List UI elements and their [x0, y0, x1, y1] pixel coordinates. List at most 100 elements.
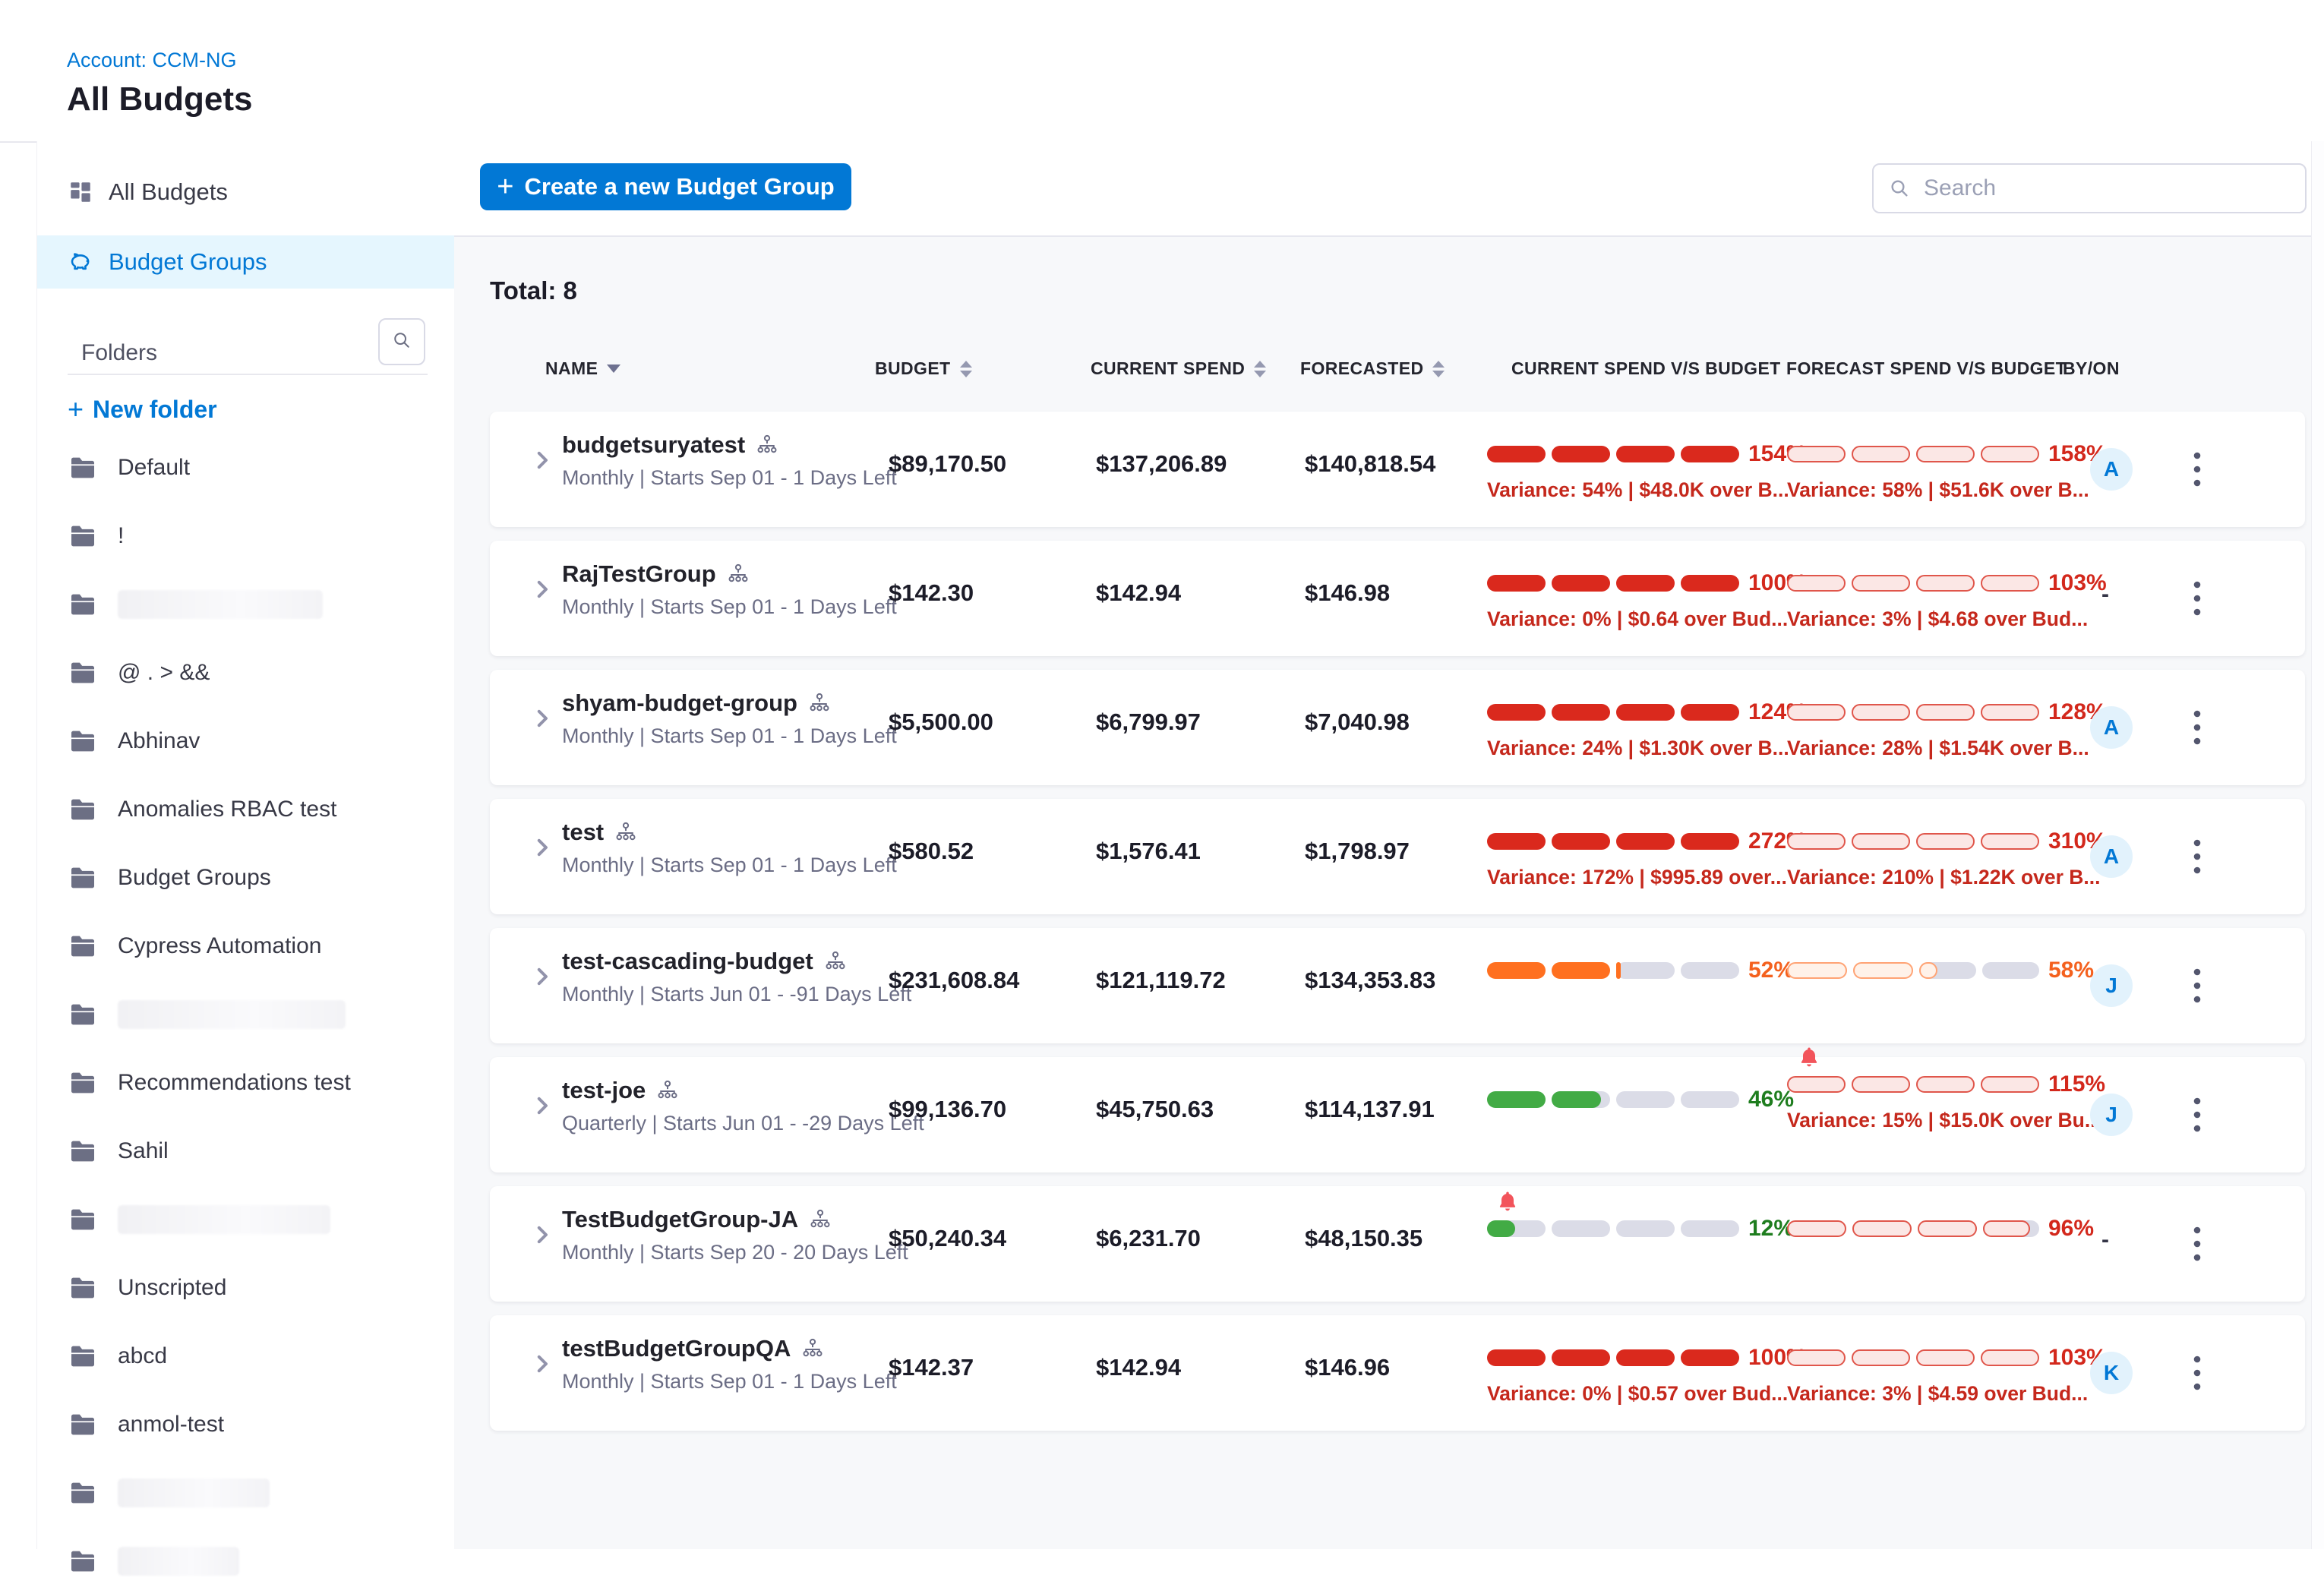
budget-group-name[interactable]: RajTestGroup	[562, 560, 750, 588]
bar-segment	[1552, 1220, 1610, 1237]
budget-period: Monthly | Starts Jun 01 - -91 Days Left	[562, 983, 911, 1006]
bar-segment	[1787, 704, 1846, 721]
budget-group-name[interactable]: shyam-budget-group	[562, 690, 831, 717]
bar-segment	[1552, 833, 1610, 850]
sidebar-folder-abhinav[interactable]: Abhinav	[68, 724, 200, 758]
row-menu-button[interactable]	[2193, 966, 2202, 1005]
expand-chevron-icon[interactable]	[529, 705, 555, 731]
bar-segment	[1916, 1076, 1975, 1093]
column-header-current-spend[interactable]: CURRENT SPEND	[1091, 358, 1266, 379]
avatar: J	[2090, 1094, 2133, 1136]
folder-item-redacted[interactable]	[68, 1545, 239, 1578]
bar-segment	[1616, 1091, 1675, 1108]
avatar: A	[2090, 706, 2133, 749]
search-box	[1872, 163, 2307, 213]
sidebar-folder-cypress-automation[interactable]: Cypress Automation	[68, 929, 321, 963]
bar-segment	[1616, 1220, 1675, 1237]
folder-label: @ . > &&	[118, 660, 210, 686]
row-menu-button[interactable]	[2193, 579, 2202, 618]
search-input[interactable]	[1922, 175, 2259, 202]
forecast-vs-budget-bar	[1787, 833, 2039, 850]
bar-segment	[1787, 1349, 1846, 1366]
budget-group-row[interactable]: RajTestGroupMonthly | Starts Sep 01 - 1 …	[490, 541, 2305, 656]
sidebar-folder-recommendations-test[interactable]: Recommendations test	[68, 1066, 351, 1100]
forecast-variance-text: Variance: 58% | $51.6K over B...	[1787, 478, 2089, 502]
folder-item-redacted[interactable]	[68, 1476, 270, 1510]
bar-segment	[1983, 1220, 2039, 1237]
folder-search-button[interactable]	[378, 318, 425, 365]
sidebar-folder--[interactable]: !	[68, 519, 124, 553]
bar-segment	[1616, 575, 1675, 592]
row-menu-button[interactable]	[2193, 708, 2202, 747]
expand-chevron-icon[interactable]	[529, 964, 555, 989]
bar-segment	[1852, 704, 1910, 721]
expand-chevron-icon[interactable]	[529, 1093, 555, 1119]
plus-icon: +	[497, 171, 513, 204]
new-folder-button[interactable]: + New folder	[68, 393, 217, 425]
sidebar-folder-budget-groups[interactable]: Budget Groups	[68, 861, 271, 895]
row-menu-button[interactable]	[2193, 837, 2202, 876]
folder-icon	[68, 794, 98, 825]
sidebar-folder-anmol-test[interactable]: anmol-test	[68, 1408, 224, 1441]
scrollbar-track[interactable]	[2311, 141, 2324, 1549]
current-variance-text: Variance: 0% | $0.57 over Bud...	[1487, 1382, 1788, 1406]
bar-segment	[1487, 1220, 1546, 1237]
budget-group-name[interactable]: test	[562, 819, 637, 846]
row-menu-button[interactable]	[2193, 1224, 2202, 1264]
budget-group-row[interactable]: budgetsuryatestMonthly | Starts Sep 01 -…	[490, 412, 2305, 527]
budget-group-name[interactable]: TestBudgetGroup-JA	[562, 1206, 832, 1233]
create-button-label: Create a new Budget Group	[524, 173, 834, 200]
column-header-name[interactable]: NAME	[545, 358, 620, 379]
budget-group-row[interactable]: test-cascading-budget Monthly | Starts Ju…	[490, 928, 2305, 1043]
row-menu-button[interactable]	[2193, 1353, 2202, 1393]
budget-group-name-label: test-joe	[562, 1077, 646, 1104]
budget-group-name[interactable]: budgetsuryatest	[562, 431, 778, 459]
create-budget-group-button[interactable]: + Create a new Budget Group	[480, 163, 851, 210]
budget-group-name[interactable]: test-joe	[562, 1077, 679, 1104]
sidebar-folder--[interactable]: @ . > &&	[68, 656, 210, 690]
folder-icon	[68, 863, 98, 893]
current-spend-amount: $6,231.70	[1096, 1225, 1201, 1252]
bar-segment	[1616, 962, 1675, 979]
expand-chevron-icon[interactable]	[529, 835, 555, 860]
bar-segment	[1616, 704, 1675, 721]
column-header-forecasted[interactable]: FORECASTED	[1300, 358, 1445, 379]
forecast-variance-text: Variance: 3% | $4.59 over Bud...	[1787, 1382, 2088, 1406]
bar-segment	[1487, 704, 1546, 721]
sidebar-folder-unscripted[interactable]: Unscripted	[68, 1271, 226, 1305]
budget-group-row[interactable]: shyam-budget-groupMonthly | Starts Sep 0…	[490, 670, 2305, 785]
folder-label: Recommendations test	[118, 1070, 351, 1096]
expand-chevron-icon[interactable]	[529, 1222, 555, 1248]
bar-segment	[1981, 575, 2039, 592]
sidebar-item-all-budgets[interactable]: All Budgets	[37, 166, 455, 219]
budget-group-row[interactable]: testMonthly | Starts Sep 01 - 1 Days Lef…	[490, 799, 2305, 914]
forecasted-amount: $146.98	[1305, 579, 1390, 607]
bar-segment	[1981, 833, 2039, 850]
bar-segment	[1981, 446, 2039, 462]
budget-group-name[interactable]: test-cascading-budget	[562, 948, 847, 975]
budget-group-row[interactable]: TestBudgetGroup-JAMonthly | Starts Sep 2…	[490, 1186, 2305, 1302]
spend-vs-budget-bar	[1487, 833, 1739, 850]
column-header-budget[interactable]: BUDGET	[875, 358, 972, 379]
budget-group-row[interactable]: testBudgetGroupQAMonthly | Starts Sep 01…	[490, 1315, 2305, 1431]
row-menu-button[interactable]	[2193, 1095, 2202, 1135]
sidebar-item-budget-groups[interactable]: Budget Groups	[37, 235, 455, 289]
expand-chevron-icon[interactable]	[529, 1351, 555, 1377]
column-header-forecast-spend-v-s-budget: FORECAST SPEND V/S BUDGET	[1786, 358, 2067, 379]
budget-group-name[interactable]: testBudgetGroupQA	[562, 1335, 824, 1362]
folder-item-redacted[interactable]	[68, 998, 346, 1031]
sidebar-folder-anomalies-rbac-test[interactable]: Anomalies RBAC test	[68, 793, 336, 826]
budget-group-row[interactable]: test-joeQuarterly | Starts Jun 01 - -29 …	[490, 1057, 2305, 1172]
spend-vs-budget-bar	[1487, 446, 1739, 462]
sidebar-folder-default[interactable]: Default	[68, 451, 190, 484]
sidebar-folder-sahil[interactable]: Sahil	[68, 1135, 169, 1168]
folder-item-redacted[interactable]	[68, 1203, 330, 1236]
row-menu-button[interactable]	[2193, 450, 2202, 489]
redacted-folder-label	[118, 1479, 270, 1507]
sidebar-folder-abcd[interactable]: abcd	[68, 1340, 167, 1373]
expand-chevron-icon[interactable]	[529, 576, 555, 602]
breadcrumb-account-link[interactable]: Account: CCM-NG	[67, 49, 237, 72]
expand-chevron-icon[interactable]	[529, 447, 555, 473]
folder-item-redacted[interactable]	[68, 588, 323, 621]
main-panel: + Create a new Budget Group Total: 8 NAM…	[454, 141, 2324, 1549]
